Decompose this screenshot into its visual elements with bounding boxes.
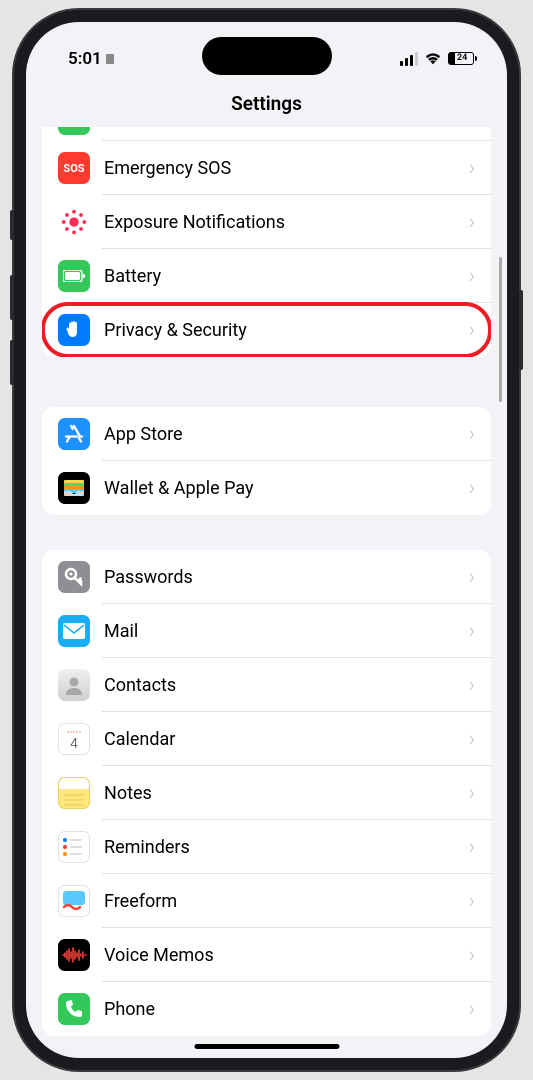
row-label: Battery xyxy=(104,266,468,287)
chevron-right-icon: › xyxy=(468,943,475,968)
location-icon xyxy=(106,54,114,64)
status-time: 5:01 xyxy=(68,49,114,69)
dynamic-island xyxy=(202,37,332,75)
appstore-icon xyxy=(58,418,90,450)
cellular-signal-icon xyxy=(400,52,418,66)
row-wallet-apple-pay[interactable]: Wallet & Apple Pay › xyxy=(42,461,491,515)
row-contacts[interactable]: Contacts › xyxy=(42,658,491,712)
settings-group-apps: Passwords › Mail › Contacts › xyxy=(42,550,491,1036)
chevron-right-icon: › xyxy=(468,619,475,644)
partial-icon xyxy=(58,127,90,135)
row-label: Mail xyxy=(104,621,468,642)
row-notes[interactable]: Notes › xyxy=(42,766,491,820)
chevron-right-icon: › xyxy=(468,565,475,590)
sos-icon: SOS xyxy=(58,152,90,184)
battery-icon: 24 xyxy=(448,52,477,65)
row-privacy-security[interactable]: Privacy & Security › xyxy=(42,303,491,357)
key-icon xyxy=(58,561,90,593)
voice-memos-icon xyxy=(58,939,90,971)
time-text: 5:01 xyxy=(68,49,102,69)
row-passwords[interactable]: Passwords › xyxy=(42,550,491,604)
row-label: Contacts xyxy=(104,675,468,696)
chevron-right-icon: › xyxy=(468,264,475,289)
row-label: Notes xyxy=(104,783,468,804)
row-label: Emergency SOS xyxy=(104,158,468,179)
row-phone[interactable]: Phone › xyxy=(42,982,491,1036)
chevron-right-icon: › xyxy=(468,781,475,806)
row-label: App Store xyxy=(104,424,468,445)
settings-group-store: App Store › Wallet & Apple Pay › xyxy=(42,407,491,515)
calendar-icon: • • • • •4 xyxy=(58,723,90,755)
row-label: Exposure Notifications xyxy=(104,212,468,233)
row-reminders[interactable]: Reminders › xyxy=(42,820,491,874)
battery-icon xyxy=(58,260,90,292)
partial-row[interactable] xyxy=(42,127,491,141)
nav-header: Settings xyxy=(26,77,507,127)
wifi-icon xyxy=(424,52,442,66)
row-mail[interactable]: Mail › xyxy=(42,604,491,658)
row-emergency-sos[interactable]: SOS Emergency SOS › xyxy=(42,141,491,195)
chevron-right-icon: › xyxy=(468,835,475,860)
row-label: Voice Memos xyxy=(104,945,468,966)
chevron-right-icon: › xyxy=(468,318,475,343)
contacts-icon xyxy=(58,669,90,701)
freeform-icon xyxy=(58,885,90,917)
mail-icon xyxy=(58,615,90,647)
chevron-right-icon: › xyxy=(468,889,475,914)
svg-text:4: 4 xyxy=(70,736,78,752)
phone-icon xyxy=(58,993,90,1025)
privacy-hand-icon xyxy=(58,314,90,346)
reminders-icon xyxy=(58,831,90,863)
chevron-right-icon: › xyxy=(468,997,475,1022)
chevron-right-icon: › xyxy=(468,210,475,235)
screen: 5:01 24 xyxy=(26,22,507,1058)
home-indicator[interactable] xyxy=(194,1044,339,1049)
row-battery[interactable]: Battery › xyxy=(42,249,491,303)
row-label: Reminders xyxy=(104,837,468,858)
chevron-right-icon: › xyxy=(468,422,475,447)
row-label: Wallet & Apple Pay xyxy=(104,478,468,499)
row-label: Passwords xyxy=(104,567,468,588)
notes-icon xyxy=(58,777,90,809)
chevron-right-icon: › xyxy=(468,727,475,752)
row-voice-memos[interactable]: Voice Memos › xyxy=(42,928,491,982)
row-calendar[interactable]: • • • • •4 Calendar › xyxy=(42,712,491,766)
battery-percent: 24 xyxy=(457,53,467,63)
chevron-right-icon: › xyxy=(468,476,475,501)
settings-group-general: SOS Emergency SOS › Exposure Notificatio… xyxy=(42,127,491,357)
chevron-right-icon: › xyxy=(468,673,475,698)
page-title: Settings xyxy=(26,92,507,115)
settings-list[interactable]: SOS Emergency SOS › Exposure Notificatio… xyxy=(26,127,507,1048)
scroll-indicator[interactable] xyxy=(499,257,502,402)
row-label: Freeform xyxy=(104,891,468,912)
exposure-icon xyxy=(58,206,90,238)
row-app-store[interactable]: App Store › xyxy=(42,407,491,461)
row-freeform[interactable]: Freeform › xyxy=(42,874,491,928)
wallet-icon xyxy=(58,472,90,504)
chevron-right-icon: › xyxy=(468,156,475,181)
phone-frame: 5:01 24 xyxy=(14,10,519,1070)
row-exposure-notifications[interactable]: Exposure Notifications › xyxy=(42,195,491,249)
row-label: Privacy & Security xyxy=(104,320,468,341)
row-label: Phone xyxy=(104,999,468,1020)
row-label: Calendar xyxy=(104,729,468,750)
